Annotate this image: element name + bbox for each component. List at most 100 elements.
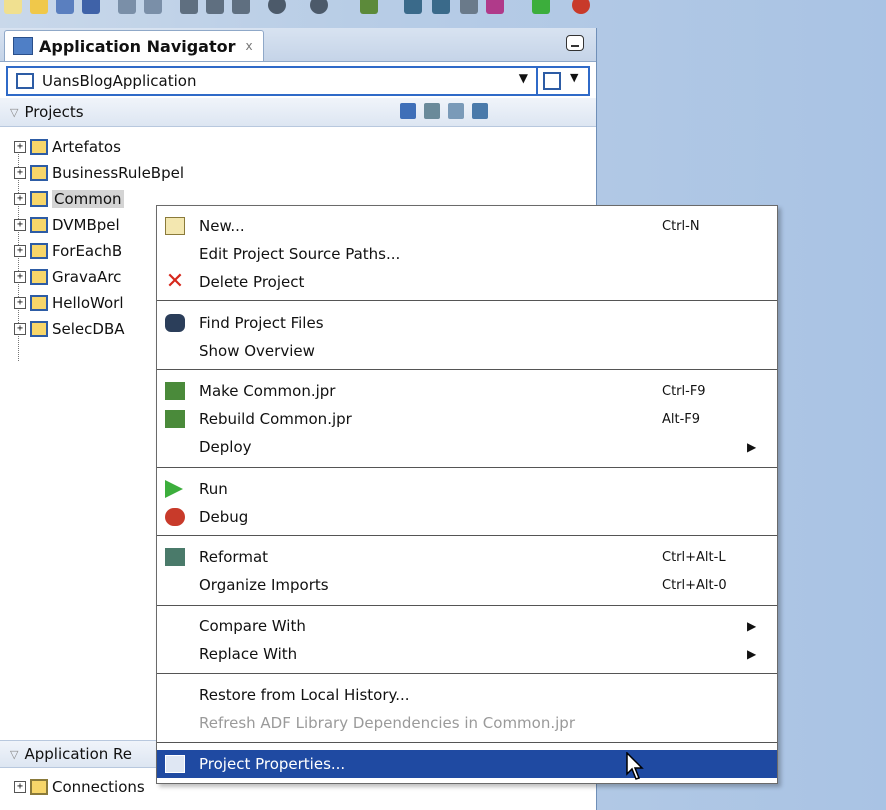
tree-item[interactable]: + DVMBpel: [14, 213, 120, 237]
tree-item[interactable]: + GravaArc: [14, 265, 121, 289]
tree-item[interactable]: + BusinessRuleBpel: [14, 161, 184, 185]
tab-title: Application Navigator: [39, 36, 236, 56]
project-folder-icon: [30, 191, 48, 207]
menu-separator: [157, 535, 777, 536]
minimize-button[interactable]: [566, 35, 584, 51]
project-folder-icon: [30, 295, 48, 311]
project-label: SelecDBA: [52, 320, 125, 338]
debug-icon[interactable]: [572, 0, 590, 14]
menu-item-restore-local-history[interactable]: Restore from Local History...: [157, 681, 777, 709]
project-folder-icon: [30, 217, 48, 233]
new-icon: [165, 217, 185, 235]
project-label: Artefatos: [52, 138, 121, 156]
folder-icon: [30, 779, 48, 795]
project-folder-icon: [30, 321, 48, 337]
tree-item[interactable]: + Connections: [14, 775, 145, 799]
menu-item-new[interactable]: New... Ctrl-N: [157, 212, 777, 240]
collapse-triangle-icon[interactable]: ▽: [10, 106, 18, 119]
sql-icon[interactable]: [360, 0, 378, 14]
menu-item-replace-with[interactable]: Replace With ▶: [157, 640, 777, 668]
expand-icon[interactable]: +: [14, 141, 26, 153]
sort-icon[interactable]: [472, 103, 488, 119]
paste-icon[interactable]: [232, 0, 250, 14]
tree-item[interactable]: + HelloWorl: [14, 291, 123, 315]
menu-item-find-project-files[interactable]: Find Project Files: [157, 309, 777, 337]
new-file-icon[interactable]: [4, 0, 22, 14]
application-menu-button[interactable]: ▼: [536, 66, 590, 96]
profile-icon[interactable]: [486, 0, 504, 14]
menu-item-make[interactable]: Make Common.jpr Ctrl-F9: [157, 377, 777, 405]
tree-item[interactable]: + Artefatos: [14, 135, 121, 159]
menu-item-show-overview[interactable]: Show Overview: [157, 337, 777, 365]
make-icon: [165, 382, 185, 400]
application-selector[interactable]: UansBlogApplication ▼: [6, 66, 538, 96]
expand-icon[interactable]: +: [14, 781, 26, 793]
expand-icon[interactable]: +: [14, 193, 26, 205]
save-icon[interactable]: [56, 0, 74, 14]
projects-section-header[interactable]: ▽ Projects: [0, 98, 596, 127]
close-icon[interactable]: x: [246, 39, 253, 53]
menu-item-reformat[interactable]: Reformat Ctrl+Alt-L: [157, 543, 777, 571]
menu-separator: [157, 673, 777, 674]
menu-item-debug[interactable]: Debug: [157, 503, 777, 531]
menu-item-organize-imports[interactable]: Organize Imports Ctrl+Alt-0: [157, 571, 777, 599]
redo-icon[interactable]: [144, 0, 162, 14]
submenu-arrow-icon: ▶: [747, 619, 757, 633]
search-icon[interactable]: [400, 103, 416, 119]
menu-item-deploy[interactable]: Deploy ▶: [157, 433, 777, 461]
binoculars-icon: [165, 314, 185, 332]
tab-application-navigator[interactable]: Application Navigator x: [4, 30, 264, 61]
expand-icon[interactable]: +: [14, 297, 26, 309]
menu-separator: [157, 369, 777, 370]
expand-icon[interactable]: +: [14, 245, 26, 257]
application-resources-label: Application Re: [24, 745, 133, 763]
project-label: GravaArc: [52, 268, 122, 286]
reformat-icon: [165, 548, 185, 566]
expand-icon[interactable]: +: [14, 323, 26, 335]
tree-item[interactable]: + ForEachB: [14, 239, 122, 263]
rebuild-icon[interactable]: [432, 0, 450, 14]
make-icon[interactable]: [404, 0, 422, 14]
menu-separator: [157, 605, 777, 606]
chevron-down-icon: ▼: [570, 71, 579, 84]
copy-icon[interactable]: [206, 0, 224, 14]
undo-icon[interactable]: [118, 0, 136, 14]
projects-label: Projects: [24, 103, 84, 121]
back-icon[interactable]: [268, 0, 286, 14]
debug-icon: [165, 508, 185, 526]
save-all-icon[interactable]: [82, 0, 100, 14]
menu-item-refresh-adf-library: Refresh ADF Library Dependencies in Comm…: [199, 714, 575, 732]
menu-item-delete-project[interactable]: ✕ Delete Project: [157, 268, 777, 296]
run-icon[interactable]: [532, 0, 550, 14]
project-label: HelloWorl: [52, 294, 124, 312]
sync-icon[interactable]: [424, 103, 440, 119]
menu-item-edit-source-paths[interactable]: Edit Project Source Paths...: [157, 240, 777, 268]
menu-item-rebuild[interactable]: Rebuild Common.jpr Alt-F9: [157, 405, 777, 433]
context-menu: New... Ctrl-N Edit Project Source Paths.…: [156, 205, 778, 784]
project-label: ForEachB: [52, 242, 123, 260]
tree-item-selected[interactable]: + Common: [14, 187, 124, 211]
mouse-pointer-icon: [626, 752, 644, 780]
tree-item[interactable]: + SelecDBA: [14, 317, 125, 341]
dropdown-arrow-icon[interactable]: ▼: [519, 71, 528, 85]
project-folder-icon: [30, 243, 48, 259]
navigator-tab-bar: Application Navigator x: [0, 28, 596, 62]
main-toolbar: [0, 0, 886, 18]
forward-icon[interactable]: [310, 0, 328, 14]
cut-icon[interactable]: [180, 0, 198, 14]
filter-icon[interactable]: [448, 103, 464, 119]
menu-item-run[interactable]: Run: [157, 475, 777, 503]
deploy-icon[interactable]: [460, 0, 478, 14]
expand-icon[interactable]: +: [14, 219, 26, 231]
project-label: DVMBpel: [52, 216, 120, 234]
menu-separator: [157, 742, 777, 743]
project-folder-icon: [30, 269, 48, 285]
menu-item-project-properties[interactable]: Project Properties...: [157, 750, 777, 778]
open-folder-icon[interactable]: [30, 0, 48, 14]
navigator-icon: [13, 37, 33, 55]
menu-item-compare-with[interactable]: Compare With ▶: [157, 612, 777, 640]
expand-icon[interactable]: +: [14, 167, 26, 179]
expand-icon[interactable]: +: [14, 271, 26, 283]
submenu-arrow-icon: ▶: [747, 647, 757, 661]
collapse-triangle-icon[interactable]: ▽: [10, 748, 18, 761]
